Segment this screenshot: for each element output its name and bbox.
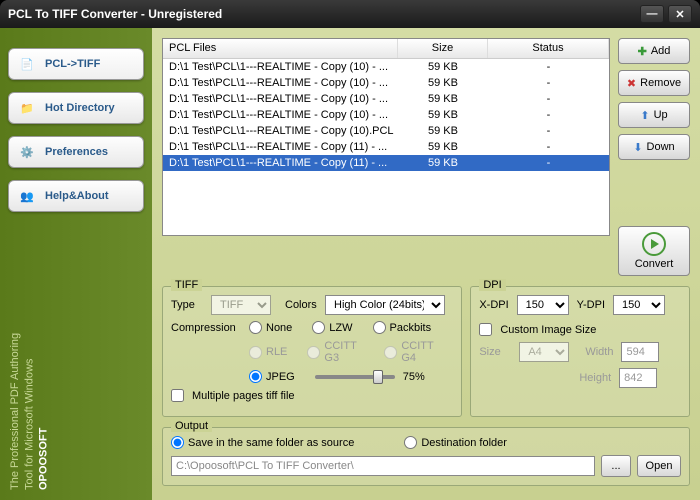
down-arrow-icon: ⬇ <box>633 141 642 154</box>
table-row[interactable]: D:\1 Test\PCL\1---REALTIME - Copy (10) -… <box>163 59 609 75</box>
up-button[interactable]: ⬆Up <box>618 102 690 128</box>
table-row[interactable]: D:\1 Test\PCL\1---REALTIME - Copy (10) -… <box>163 91 609 107</box>
comp-lzw-radio[interactable] <box>312 321 325 334</box>
comp-g4-radio <box>384 346 397 359</box>
file-list[interactable]: PCL Files Size Status D:\1 Test\PCL\1---… <box>162 38 610 236</box>
down-button[interactable]: ⬇Down <box>618 134 690 160</box>
output-path-input <box>171 456 595 476</box>
sidebar-item-help[interactable]: 👥 Help&About <box>8 180 144 212</box>
sidebar-item-pcl-tiff[interactable]: 📄 PCL->TIFF <box>8 48 144 80</box>
close-button[interactable]: ✕ <box>668 5 692 23</box>
jpeg-quality-slider[interactable] <box>315 375 395 379</box>
brand-text: The Professional PDF Authoring Tool for … <box>8 310 51 490</box>
app-window: PCL To TIFF Converter - Unregistered — ✕… <box>0 0 700 500</box>
xdpi-label: X-DPI <box>479 299 508 311</box>
tiff-panel-title: TIFF <box>171 279 202 291</box>
sidebar-item-label: Preferences <box>45 146 108 158</box>
table-row[interactable]: D:\1 Test\PCL\1---REALTIME - Copy (10) -… <box>163 107 609 123</box>
browse-button[interactable]: ... <box>601 455 631 477</box>
col-size[interactable]: Size <box>398 39 488 58</box>
col-files[interactable]: PCL Files <box>163 39 398 58</box>
same-folder-radio[interactable] <box>171 436 184 449</box>
custom-size-label: Custom Image Size <box>500 324 596 336</box>
xdpi-select[interactable]: 150 <box>517 295 569 315</box>
convert-button[interactable]: Convert <box>618 226 690 276</box>
titlebar: PCL To TIFF Converter - Unregistered — ✕ <box>0 0 700 28</box>
width-label: Width <box>585 346 613 358</box>
sidebar-item-label: Hot Directory <box>45 102 115 114</box>
plus-icon: ✚ <box>638 45 647 58</box>
x-icon: ✖ <box>627 77 636 90</box>
comp-g3-radio <box>307 346 320 359</box>
ydpi-label: Y-DPI <box>577 299 605 311</box>
play-icon <box>642 232 666 256</box>
add-button[interactable]: ✚Add <box>618 38 690 64</box>
file-list-header: PCL Files Size Status <box>163 39 609 59</box>
folder-icon: 📁 <box>17 98 37 118</box>
width-input <box>621 342 659 362</box>
window-title: PCL To TIFF Converter - Unregistered <box>8 7 636 21</box>
gear-icon: ⚙️ <box>17 142 37 162</box>
remove-button[interactable]: ✖Remove <box>618 70 690 96</box>
type-label: Type <box>171 299 203 311</box>
sidebar-item-label: Help&About <box>45 190 109 202</box>
compression-label: Compression <box>171 322 241 334</box>
open-button[interactable]: Open <box>637 455 681 477</box>
custom-size-checkbox[interactable] <box>479 323 492 336</box>
comp-jpeg-radio[interactable] <box>249 370 262 383</box>
comp-packbits-radio[interactable] <box>373 321 386 334</box>
col-status[interactable]: Status <box>488 39 609 58</box>
height-input <box>619 368 657 388</box>
comp-none-radio[interactable] <box>249 321 262 334</box>
sidebar-item-preferences[interactable]: ⚙️ Preferences <box>8 136 144 168</box>
minimize-button[interactable]: — <box>640 5 664 23</box>
action-buttons: ✚Add ✖Remove ⬆Up ⬇Down Convert <box>618 38 690 276</box>
table-row[interactable]: D:\1 Test\PCL\1---REALTIME - Copy (11) -… <box>163 155 609 171</box>
dpi-panel-title: DPI <box>479 279 505 291</box>
comp-rle-radio <box>249 346 262 359</box>
multipage-checkbox[interactable] <box>171 389 184 402</box>
ydpi-select[interactable]: 150 <box>613 295 665 315</box>
pcl-icon: 📄 <box>17 54 37 74</box>
dest-folder-radio[interactable] <box>404 436 417 449</box>
colors-label: Colors <box>285 299 317 311</box>
colors-select[interactable]: High Color (24bits) <box>325 295 445 315</box>
table-row[interactable]: D:\1 Test\PCL\1---REALTIME - Copy (11) -… <box>163 139 609 155</box>
height-label: Height <box>579 372 611 384</box>
multipage-label: Multiple pages tiff file <box>192 390 295 402</box>
table-row[interactable]: D:\1 Test\PCL\1---REALTIME - Copy (10) -… <box>163 75 609 91</box>
sidebar-item-hot-directory[interactable]: 📁 Hot Directory <box>8 92 144 124</box>
table-row[interactable]: D:\1 Test\PCL\1---REALTIME - Copy (10).P… <box>163 123 609 139</box>
output-panel-title: Output <box>171 420 212 432</box>
output-panel: Output Save in the same folder as source… <box>162 427 690 486</box>
size-label: Size <box>479 346 511 358</box>
type-select[interactable]: TIFF <box>211 295 271 315</box>
help-icon: 👥 <box>17 186 37 206</box>
main-panel: PCL Files Size Status D:\1 Test\PCL\1---… <box>152 28 700 500</box>
tiff-panel: TIFF Type TIFF Colors High Color (24bits… <box>162 286 462 417</box>
size-select: A4 <box>519 342 569 362</box>
jpeg-quality-value: 75% <box>403 371 425 383</box>
sidebar-item-label: PCL->TIFF <box>45 58 100 70</box>
sidebar: 📄 PCL->TIFF 📁 Hot Directory ⚙️ Preferenc… <box>0 28 152 500</box>
dpi-panel: DPI X-DPI 150 Y-DPI 150 Custom Image Siz… <box>470 286 690 417</box>
up-arrow-icon: ⬆ <box>640 109 649 122</box>
